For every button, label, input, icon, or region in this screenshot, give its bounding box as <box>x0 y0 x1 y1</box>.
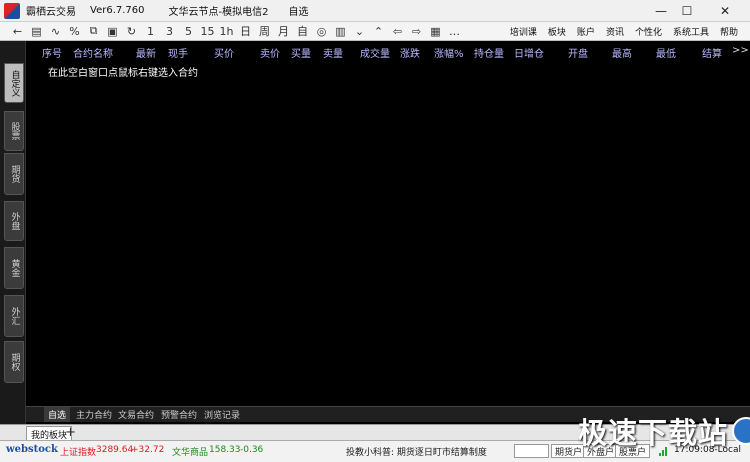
col-open-interest[interactable]: 持仓量 <box>474 45 504 60</box>
watermark-text: 极速下载站 <box>578 416 729 450</box>
sub-tab-trade-contracts[interactable]: 文易合约 <box>114 407 158 422</box>
period-week-button[interactable]: 周 <box>255 22 274 41</box>
col-ask-vol[interactable]: 卖量 <box>323 45 343 60</box>
period-month-button[interactable]: 月 <box>274 22 293 41</box>
side-tab-label: 期货 <box>9 165 20 183</box>
period-day-button[interactable]: 日 <box>236 22 255 41</box>
refresh-icon[interactable]: ↻ <box>122 22 141 41</box>
chevron-up-icon[interactable]: ⌃ <box>369 22 388 41</box>
side-tab-label: 外汇 <box>9 307 20 325</box>
scroll-right-icon[interactable]: >> <box>732 45 749 56</box>
index2-name[interactable]: 文华商品 <box>172 445 208 458</box>
side-tab-custom[interactable]: 自定义 <box>4 63 24 103</box>
sub-tab-main-contracts[interactable]: 主力合约 <box>72 407 116 422</box>
add-board-button[interactable]: + <box>65 425 76 440</box>
sub-tab-alert-contracts[interactable]: 预警合约 <box>157 407 201 422</box>
side-tab-stock[interactable]: 股票 <box>4 111 24 151</box>
webstock-logo: webstock <box>6 444 58 455</box>
side-tab-gold[interactable]: 黄金 <box>4 247 24 289</box>
education-tip[interactable]: 投教小科普: 期货逐日盯市结算制度 <box>346 445 487 458</box>
period-1h-button[interactable]: 1h <box>217 22 236 41</box>
layout-icon[interactable]: ▥ <box>331 22 350 41</box>
col-ask[interactable]: 卖价 <box>260 45 280 60</box>
period-1min-button[interactable]: 1 <box>141 22 160 41</box>
menu-training[interactable]: 培训课 <box>510 25 537 38</box>
index1-value: 3289.64 <box>96 445 134 455</box>
col-current-lots[interactable]: 现手 <box>168 45 188 60</box>
col-latest[interactable]: 最新 <box>136 45 156 60</box>
period-5min-button[interactable]: 5 <box>179 22 198 41</box>
title-bar: 霸栖云交易 Ver6.7.760 文华云节点-模拟电信2 自选 — ☐ ✕ <box>0 0 750 22</box>
menu-sector[interactable]: 板块 <box>548 25 566 38</box>
menu-news[interactable]: 资讯 <box>606 25 624 38</box>
index1-change: +32.72 <box>131 445 165 455</box>
app-version: Ver6.7.760 <box>90 5 145 16</box>
col-contract-name[interactable]: 合约名称 <box>73 45 113 60</box>
col-settle[interactable]: 结算 <box>702 45 722 60</box>
col-bid[interactable]: 买价 <box>214 45 234 60</box>
eye-icon[interactable]: ◎ <box>312 22 331 41</box>
index2-value: 158.33 <box>209 445 241 455</box>
quote-list-icon[interactable]: ▤ <box>27 22 46 41</box>
app-logo <box>4 2 20 19</box>
app-name: 霸栖云交易 <box>26 7 76 18</box>
more-icon[interactable]: … <box>445 22 464 41</box>
col-daily-oi-change[interactable]: 日增仓 <box>514 45 544 60</box>
col-bid-vol[interactable]: 买量 <box>291 45 311 60</box>
watermark: 极速下载站 <box>578 410 750 452</box>
side-tab-label: 期权 <box>9 353 20 371</box>
col-change-pct[interactable]: 涨幅% <box>434 45 464 60</box>
menu-bar: 培训课 板块 账户 资讯 个性化 系统工具 帮助 <box>510 22 738 41</box>
menu-help[interactable]: 帮助 <box>720 25 738 38</box>
arrow-right-icon[interactable]: ⇨ <box>407 22 426 41</box>
menu-account[interactable]: 账户 <box>577 25 595 38</box>
multi-window-icon[interactable]: ⧉ <box>84 22 103 41</box>
col-low[interactable]: 最低 <box>656 45 676 60</box>
side-tab-label: 股票 <box>9 122 20 140</box>
mode-label: 自选 <box>288 7 309 18</box>
close-button[interactable]: ✕ <box>712 0 738 22</box>
toolbar: ← ▤ ∿ % ⧉ ▣ ↻ 1 3 5 15 1h 日 周 月 自 ◎ ▥ ⌄ … <box>0 22 750 41</box>
arrow-left-icon[interactable]: ⇦ <box>388 22 407 41</box>
side-tab-label: 外盘 <box>9 212 20 230</box>
save-icon[interactable]: ▣ <box>103 22 122 41</box>
watermark-icon <box>732 417 750 445</box>
col-volume[interactable]: 成交量 <box>360 45 390 60</box>
grid-icon[interactable]: ▦ <box>426 22 445 41</box>
search-box[interactable] <box>514 444 549 458</box>
quote-table-header: 序号 合约名称 最新 现手 买价 卖价 买量 卖量 成交量 涨跌 涨幅% 持仓量… <box>26 41 750 61</box>
period-3min-button[interactable]: 3 <box>160 22 179 41</box>
percent-icon[interactable]: % <box>65 22 84 41</box>
side-tab-options[interactable]: 期权 <box>4 341 24 383</box>
maximize-button[interactable]: ☐ <box>674 0 700 22</box>
col-open[interactable]: 开盘 <box>568 45 588 60</box>
back-icon[interactable]: ← <box>8 22 27 41</box>
empty-hint: 在此空白窗口点鼠标右键选入合约 <box>48 68 198 79</box>
side-tab-label: 自定义 <box>9 69 20 97</box>
col-index[interactable]: 序号 <box>42 45 62 60</box>
col-high[interactable]: 最高 <box>612 45 632 60</box>
index1-name[interactable]: 上证指数 <box>60 445 96 458</box>
period-15min-button[interactable]: 15 <box>198 22 217 41</box>
menu-personalize[interactable]: 个性化 <box>635 25 662 38</box>
line-chart-icon[interactable]: ∿ <box>46 22 65 41</box>
sub-tab-browse-history[interactable]: 浏览记录 <box>200 407 244 422</box>
chevron-down-icon[interactable]: ⌄ <box>350 22 369 41</box>
side-tab-forex[interactable]: 外汇 <box>4 295 24 337</box>
custom-period-button[interactable]: 自 <box>293 22 312 41</box>
side-tab-label: 黄金 <box>9 259 20 277</box>
minimize-button[interactable]: — <box>648 0 674 22</box>
sub-tab-watchlist[interactable]: 自选 <box>44 407 71 422</box>
side-tab-overseas[interactable]: 外盘 <box>4 201 24 241</box>
menu-system-tools[interactable]: 系统工具 <box>673 25 709 38</box>
col-change[interactable]: 涨跌 <box>400 45 420 60</box>
side-tab-futures[interactable]: 期货 <box>4 153 24 195</box>
index2-change: -0.36 <box>240 445 264 455</box>
market-side-tabs: 自定义 股票 期货 外盘 黄金 外汇 期权 <box>0 41 26 439</box>
server-node: 文华云节点-模拟电信2 <box>168 7 269 18</box>
